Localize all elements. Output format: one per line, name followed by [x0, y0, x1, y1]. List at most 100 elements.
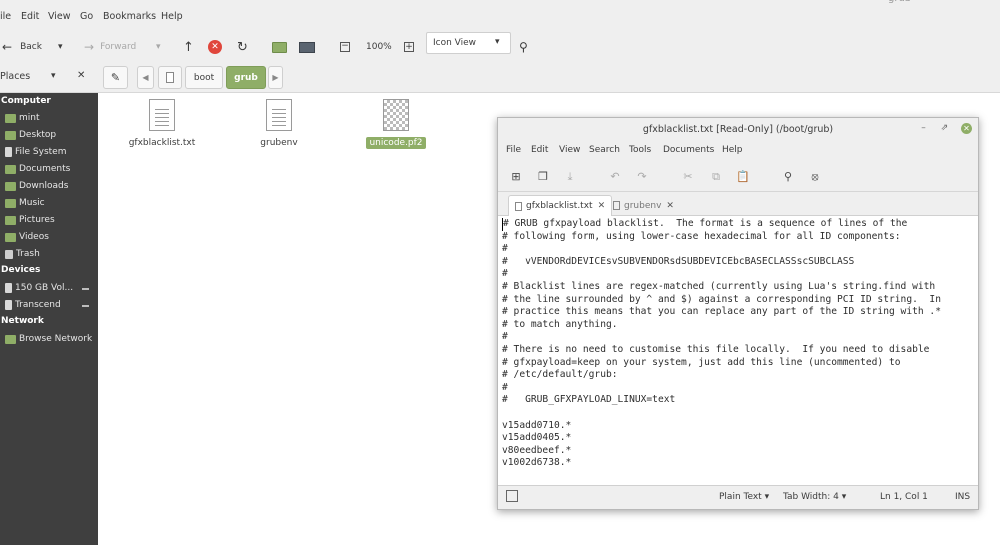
tab-gfxblacklist[interactable]: gfxblacklist.txt ✕: [508, 195, 613, 216]
forward-history-dropdown[interactable]: ▾: [156, 37, 161, 57]
reload-button[interactable]: ↻: [237, 37, 248, 57]
text-line: v15add0710.*: [502, 419, 572, 431]
crumb-boot[interactable]: boot: [185, 66, 223, 89]
menu-bookmarks[interactable]: Bookmarks: [103, 11, 156, 22]
open-document-icon[interactable]: ❐: [536, 170, 550, 184]
language-selector[interactable]: Plain Text ▾: [719, 492, 769, 502]
save-icon[interactable]: ⤓: [563, 170, 577, 184]
sidebar-item-documents[interactable]: Documents: [5, 161, 70, 177]
font-file-icon: [383, 99, 409, 131]
find-replace-icon[interactable]: ⦻: [808, 170, 822, 184]
folder-icon: [272, 41, 287, 53]
close-sidebar-icon[interactable]: ✕: [77, 70, 85, 81]
copy-icon[interactable]: ⧉: [709, 170, 723, 184]
editor-statusbar: Plain Text ▾ Tab Width: 4 ▾ Ln 1, Col 1 …: [498, 485, 978, 509]
language-label: Plain Text: [719, 492, 762, 502]
zoom-in-button[interactable]: +: [404, 37, 414, 57]
sidebar-mode-select[interactable]: Places: [0, 71, 30, 82]
menu-help[interactable]: Help: [161, 11, 183, 22]
path-scroll-left[interactable]: ◀: [137, 66, 154, 89]
redo-icon[interactable]: ↷: [635, 170, 649, 184]
tab-grubenv[interactable]: grubenv ✕: [607, 195, 680, 216]
sidebar-item-browse-network[interactable]: Browse Network: [5, 331, 92, 347]
sidebar-item-label: Desktop: [19, 130, 57, 140]
menu-documents[interactable]: Documents: [663, 145, 714, 155]
sidebar-item-downloads[interactable]: Downloads: [5, 178, 68, 194]
sidebar-item-pictures[interactable]: Pictures: [5, 212, 55, 228]
sidebar-item-file-system[interactable]: File System: [5, 144, 66, 160]
chevron-down-icon: ▾: [495, 37, 500, 47]
sidebar-item-videos[interactable]: Videos: [5, 229, 49, 245]
back-history-dropdown[interactable]: ▾: [58, 37, 63, 57]
close-icon[interactable]: ✕: [961, 123, 972, 134]
crumb-grub[interactable]: grub: [226, 66, 266, 89]
eject-icon[interactable]: [82, 283, 89, 290]
file-name: gfxblacklist.txt: [128, 138, 196, 148]
file-item[interactable]: unicode.pf2: [356, 99, 436, 149]
text-view[interactable]: # GRUB gfxpayload blacklist. The format …: [498, 216, 978, 485]
menu-edit[interactable]: Edit: [531, 145, 548, 155]
paste-icon[interactable]: 📋: [736, 170, 750, 184]
file-item[interactable]: grubenv: [239, 99, 319, 149]
chevron-down-icon: ▾: [156, 42, 161, 52]
root-crumb[interactable]: [158, 66, 182, 89]
search-button[interactable]: ⚲: [519, 37, 528, 57]
undo-icon[interactable]: ↶: [608, 170, 622, 184]
sidebar-item-150gb-volume[interactable]: 150 GB Vol...: [5, 280, 73, 296]
side-panel-toggle-icon[interactable]: [506, 490, 518, 502]
path-scroll-right[interactable]: ▶: [268, 66, 283, 89]
text-line: # Blacklist lines are regex-matched (cur…: [502, 280, 936, 292]
view-mode-select[interactable]: Icon View ▾: [426, 32, 511, 54]
menu-file[interactable]: ile: [0, 11, 11, 22]
menu-search[interactable]: Search: [589, 145, 620, 155]
menu-help[interactable]: Help: [722, 145, 743, 155]
menu-edit[interactable]: Edit: [21, 11, 39, 22]
text-line: # /etc/default/grub:: [502, 369, 618, 381]
tab-width-selector[interactable]: Tab Width: 4 ▾: [783, 492, 846, 502]
search-icon[interactable]: ⚲: [781, 170, 795, 184]
editor-titlebar[interactable]: gfxblacklist.txt [Read-Only] (/boot/grub…: [498, 118, 978, 142]
folder-view-button[interactable]: [272, 37, 287, 57]
up-arrow-icon: ↑: [183, 39, 194, 55]
sidebar-item-desktop[interactable]: Desktop: [5, 127, 56, 143]
sidebar-item-music[interactable]: Music: [5, 195, 45, 211]
text-line: # to match anything.: [502, 318, 618, 330]
edit-location-button[interactable]: ✎: [103, 66, 128, 89]
crumb-boot-label: boot: [193, 72, 215, 83]
minimize-icon[interactable]: –: [918, 123, 929, 134]
up-button[interactable]: ↑: [183, 37, 194, 57]
text-line: # vVENDORdDEVICEsvSUBVENDORsdSUBDEVICEbc…: [502, 255, 855, 267]
location-bar: Places ▾ ✕ ✎ ◀ boot grub ▶: [0, 61, 1000, 93]
eject-icon[interactable]: [82, 300, 89, 307]
zoom-out-button[interactable]: −: [340, 37, 350, 57]
sidebar-mode-label: Places: [0, 71, 31, 82]
menu-file[interactable]: File: [506, 145, 521, 155]
maximize-icon[interactable]: ⇗: [939, 123, 950, 134]
back-button[interactable]: ← Back: [2, 37, 42, 57]
text-line: #: [502, 268, 508, 280]
menu-view[interactable]: View: [559, 145, 580, 155]
text-line: [502, 407, 974, 420]
sidebar-item-label: File System: [15, 147, 67, 157]
home-folder-icon: [5, 113, 16, 123]
chevron-left-icon: ◀: [142, 73, 149, 82]
cut-icon[interactable]: ✂: [681, 170, 695, 184]
menu-tools[interactable]: Tools: [629, 145, 651, 155]
computer-view-button[interactable]: [299, 37, 315, 57]
drive-icon: [166, 72, 174, 83]
close-tab-icon[interactable]: ✕: [666, 201, 674, 211]
stop-button[interactable]: ✕: [208, 37, 222, 57]
sidebar-item-transcend[interactable]: Transcend: [5, 297, 61, 313]
close-tab-icon[interactable]: ✕: [598, 201, 606, 211]
sidebar-item-mint[interactable]: mint: [5, 110, 40, 126]
tab-width-label: Tab Width: 4: [783, 492, 839, 502]
forward-button[interactable]: → Forward: [84, 37, 136, 57]
drive-icon: [5, 283, 12, 293]
new-document-icon[interactable]: ⊞: [509, 170, 523, 184]
sidebar-item-trash[interactable]: Trash: [5, 246, 40, 262]
file-item[interactable]: gfxblacklist.txt: [122, 99, 202, 149]
chevron-down-icon[interactable]: ▾: [51, 71, 56, 81]
text-file-icon: [613, 201, 620, 210]
menu-go[interactable]: Go: [80, 11, 93, 22]
menu-view[interactable]: View: [48, 11, 71, 22]
